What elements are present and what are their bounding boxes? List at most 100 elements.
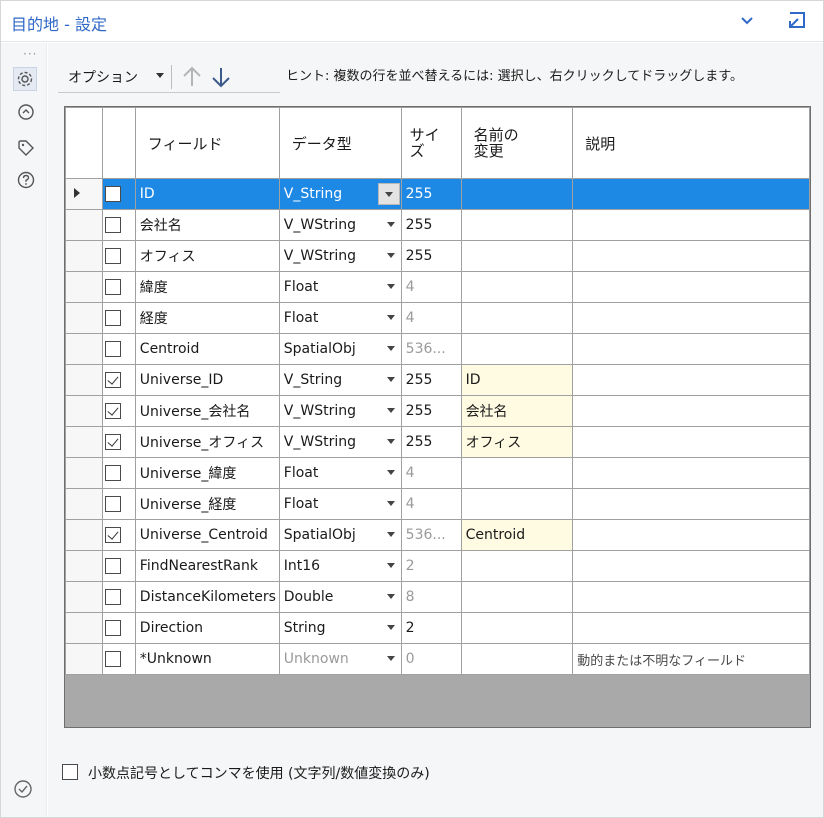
row-header[interactable] [65,240,103,272]
size-cell[interactable]: 255 [400,426,462,458]
table-row[interactable]: オフィス V_WString 255 [65,240,810,272]
description-cell[interactable] [572,364,810,396]
type-select[interactable]: V_String [278,178,402,210]
chevron-down-icon[interactable] [386,563,395,568]
type-select[interactable]: Float [278,271,402,303]
chevron-down-icon[interactable] [386,377,395,382]
size-cell[interactable]: 4 [400,457,462,489]
row-header[interactable] [65,457,103,489]
field-select-checkbox[interactable] [104,217,121,233]
field-select-checkbox[interactable] [104,651,121,667]
row-header[interactable] [65,395,103,427]
description-cell[interactable] [572,302,810,334]
field-select-checkbox[interactable] [104,434,121,450]
field-name-cell[interactable]: DistanceKilometers [134,581,280,613]
chevron-down-icon[interactable] [386,222,395,227]
row-header[interactable] [65,643,103,675]
field-name-cell[interactable]: *Unknown [134,643,280,675]
chevron-down-icon[interactable] [386,501,395,506]
table-row[interactable]: Universe_緯度 Float 4 [65,457,810,489]
type-select[interactable]: SpatialObj [278,519,402,551]
type-select[interactable]: Float [278,488,402,520]
type-dropdown-button[interactable] [377,183,400,205]
field-select-checkbox[interactable] [104,186,121,202]
field-select-checkbox[interactable] [104,496,121,512]
size-cell[interactable]: 536... [400,519,462,551]
table-row[interactable]: Universe_ID V_String 255 ID [65,364,810,396]
field-name-cell[interactable]: 会社名 [134,209,280,241]
table-row[interactable]: Universe_会社名 V_WString 255 会社名 [65,395,810,427]
move-down-icon[interactable] [208,64,234,90]
row-header[interactable] [65,426,103,458]
field-name-cell[interactable]: Direction [134,612,280,644]
row-header[interactable] [65,271,103,303]
chevron-down-icon[interactable] [386,594,395,599]
help-icon[interactable] [15,169,37,191]
size-cell[interactable]: 2 [400,550,462,582]
row-header[interactable] [65,209,103,241]
comma-decimal-checkbox[interactable] [62,764,78,780]
rename-cell[interactable]: オフィス [460,426,574,458]
chevron-down-icon[interactable] [386,439,395,444]
description-cell[interactable] [572,457,810,489]
description-cell[interactable] [572,178,810,210]
row-header[interactable] [65,178,103,210]
description-cell[interactable] [572,426,810,458]
rename-cell[interactable]: 会社名 [460,395,574,427]
undock-icon[interactable] [785,9,809,33]
field-select-checkbox[interactable] [104,527,121,543]
row-header[interactable] [65,550,103,582]
header-rename[interactable]: 名前の 変更 [460,107,574,179]
table-row[interactable]: ID V_String 255 [65,178,810,210]
field-select-checkbox[interactable] [104,248,121,264]
options-caret-icon[interactable] [156,73,164,78]
table-row[interactable]: 会社名 V_WString 255 [65,209,810,241]
field-name-cell[interactable]: Universe_オフィス [134,426,280,458]
header-select[interactable] [101,107,136,179]
size-cell[interactable]: 255 [400,240,462,272]
rename-cell[interactable] [460,240,574,272]
chevron-down-icon[interactable] [386,470,395,475]
type-select[interactable]: Float [278,302,402,334]
description-cell[interactable] [572,333,810,365]
description-cell[interactable] [572,209,810,241]
description-cell[interactable] [572,612,810,644]
chevron-down-icon[interactable] [739,13,755,29]
field-select-checkbox[interactable] [104,279,121,295]
header-field[interactable]: フィールド [134,107,280,179]
field-select-checkbox[interactable] [104,465,121,481]
description-cell[interactable] [572,581,810,613]
size-cell[interactable]: 4 [400,488,462,520]
field-select-checkbox[interactable] [104,558,121,574]
tag-icon[interactable] [15,137,37,159]
table-row[interactable]: Universe_オフィス V_WString 255 オフィス [65,426,810,458]
table-row[interactable]: DistanceKilometers Double 8 [65,581,810,613]
table-row[interactable]: FindNearestRank Int16 2 [65,550,810,582]
description-cell[interactable] [572,271,810,303]
table-row[interactable]: Direction String 2 [65,612,810,644]
rename-cell[interactable] [460,581,574,613]
rename-cell[interactable] [460,271,574,303]
size-cell[interactable]: 255 [400,209,462,241]
field-select-checkbox[interactable] [104,620,121,636]
size-cell[interactable]: 8 [400,581,462,613]
rename-cell[interactable] [460,178,574,210]
table-row[interactable]: 緯度 Float 4 [65,271,810,303]
field-name-cell[interactable]: Universe_緯度 [134,457,280,489]
table-row[interactable]: *Unknown Unknown 0 動的または不明なフィールド [65,643,810,675]
chevron-down-icon[interactable] [386,253,395,258]
type-select[interactable]: V_WString [278,240,402,272]
chevron-down-icon[interactable] [386,284,395,289]
field-name-cell[interactable]: 経度 [134,302,280,334]
description-cell[interactable]: 動的または不明なフィールド [572,643,810,675]
type-select[interactable]: V_String [278,364,402,396]
chevron-down-icon[interactable] [386,532,395,537]
rename-cell[interactable]: Centroid [460,519,574,551]
type-select[interactable]: V_WString [278,209,402,241]
rename-cell[interactable] [460,550,574,582]
row-header[interactable] [65,364,103,396]
table-row[interactable]: Universe_Centroid SpatialObj 536... Centroi… [65,519,810,551]
table-row[interactable]: Universe_経度 Float 4 [65,488,810,520]
row-header[interactable] [65,519,103,551]
field-name-cell[interactable]: Universe_会社名 [134,395,280,427]
